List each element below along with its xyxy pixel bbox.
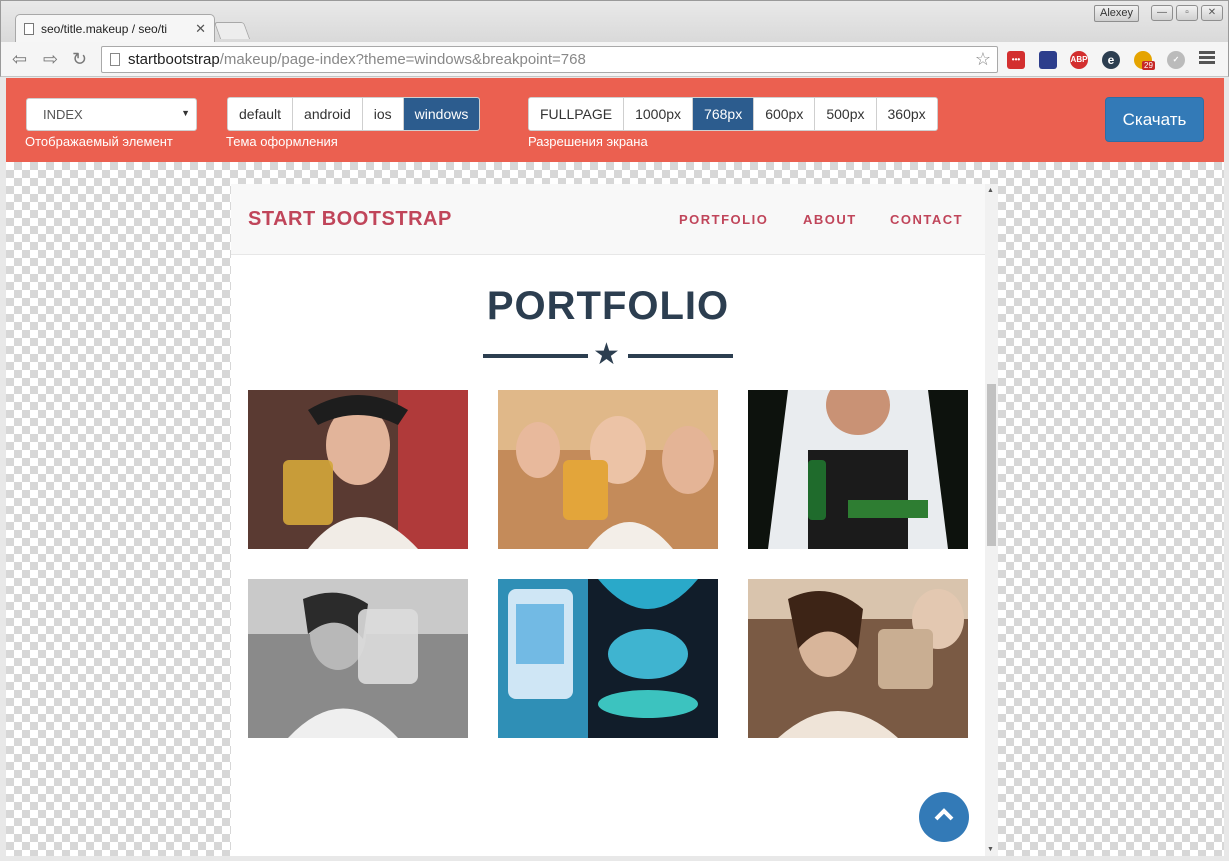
download-button[interactable]: Скачать [1105, 97, 1204, 142]
resolution-360-button[interactable]: 360px [876, 98, 937, 130]
new-tab-button[interactable] [213, 22, 251, 39]
maximize-button[interactable]: ▫ [1176, 5, 1198, 21]
section-title: PORTFOLIO [486, 284, 730, 328]
portfolio-item[interactable] [498, 579, 718, 738]
chevron-up-icon [934, 808, 954, 821]
profile-badge[interactable]: Alexey [1094, 5, 1140, 22]
nav-link-about[interactable]: ABOUT [803, 212, 857, 227]
portfolio-item[interactable] [748, 390, 968, 549]
portfolio-photo [248, 390, 468, 549]
extension-check-icon[interactable]: ✓ [1167, 51, 1185, 69]
site-brand[interactable]: START BOOTSTRAP [248, 208, 452, 231]
portfolio-item[interactable] [248, 390, 468, 549]
site-navbar: START BOOTSTRAP PORTFOLIO ABOUT CONTACT [231, 184, 985, 255]
portfolio-item[interactable] [498, 390, 718, 549]
portfolio-photo [748, 579, 968, 738]
portfolio-photo [748, 390, 968, 549]
chevron-down-icon: ▼ [181, 108, 190, 118]
theme-windows-button[interactable]: windows [403, 98, 480, 130]
extension-flag-icon[interactable] [1039, 51, 1057, 69]
close-window-button[interactable]: ✕ [1201, 5, 1223, 21]
theme-ios-button[interactable]: ios [362, 98, 404, 130]
preview-scrollbar[interactable]: ▲ ▼ [985, 184, 998, 856]
nav-link-portfolio[interactable]: PORTFOLIO [679, 212, 768, 227]
scroll-down-arrow-icon[interactable]: ▼ [987, 846, 994, 853]
scrollbar-thumb[interactable] [987, 384, 996, 546]
theme-button-group: default android ios windows [227, 97, 481, 131]
adblock-icon[interactable]: ABP [1070, 51, 1088, 69]
theme-android-button[interactable]: android [293, 98, 363, 130]
resolution-768-button[interactable]: 768px [693, 98, 755, 130]
element-select-value: INDEX [43, 107, 83, 122]
resolution-600-button[interactable]: 600px [754, 98, 816, 130]
portfolio-item[interactable] [248, 579, 468, 738]
element-select[interactable]: INDEX ▼ [26, 98, 197, 131]
preview-frame: START BOOTSTRAP PORTFOLIO ABOUT CONTACT … [231, 184, 985, 856]
portfolio-photo [498, 579, 718, 738]
menu-icon[interactable] [1199, 51, 1215, 66]
portfolio-item[interactable] [748, 579, 968, 738]
resolution-label: Разрешения экрана [528, 134, 648, 149]
extension-badge: 29 [1142, 61, 1155, 70]
address-bar[interactable]: startbootstrap/makeup/page-index?theme=w… [101, 46, 998, 73]
resolution-button-group: FULLPAGE 1000px 768px 600px 500px 360px [528, 97, 938, 131]
minimize-button[interactable]: — [1151, 5, 1173, 21]
divider-line-right [628, 354, 733, 358]
url-host: startbootstrap [128, 51, 220, 68]
browser-titlebar: seo/title.makeup / seo/ti ✕ Alexey — ▫ ✕ [0, 0, 1229, 43]
resolution-fullpage-button[interactable]: FULLPAGE [529, 98, 625, 130]
resolution-500-button[interactable]: 500px [815, 98, 877, 130]
portfolio-photo [248, 579, 468, 738]
browser-tab[interactable]: seo/title.makeup / seo/ti ✕ [15, 14, 215, 43]
back-icon[interactable]: ⇦ [12, 48, 27, 70]
bookmark-star-icon[interactable]: ☆ [975, 49, 991, 70]
resolution-1000-button[interactable]: 1000px [624, 98, 694, 130]
url-path: /makeup/page-index?theme=windows&breakpo… [219, 51, 586, 68]
tab-title: seo/title.makeup / seo/ti [41, 22, 168, 36]
makeup-toolbar: INDEX ▼ Отображаемый элемент default and… [6, 78, 1224, 162]
star-icon: ★ [593, 338, 620, 371]
portfolio-photo [498, 390, 718, 549]
divider-line-left [483, 354, 588, 358]
nav-link-contact[interactable]: CONTACT [890, 212, 963, 227]
forward-icon[interactable]: ⇨ [43, 48, 58, 70]
reload-icon[interactable]: ↻ [72, 48, 87, 70]
theme-label: Тема оформления [226, 134, 338, 149]
extension-lastpass-icon[interactable]: ••• [1007, 51, 1025, 69]
page-icon [110, 53, 120, 66]
extension-e-icon[interactable]: e [1102, 51, 1120, 69]
scroll-top-button[interactable] [919, 792, 969, 842]
element-label: Отображаемый элемент [25, 134, 173, 149]
scroll-up-arrow-icon[interactable]: ▲ [987, 187, 994, 194]
page-icon [24, 23, 34, 35]
tab-close-icon[interactable]: ✕ [195, 21, 206, 37]
browser-toolbar: ⇦ ⇨ ↻ startbootstrap/makeup/page-index?t… [0, 42, 1229, 77]
theme-default-button[interactable]: default [228, 98, 294, 130]
